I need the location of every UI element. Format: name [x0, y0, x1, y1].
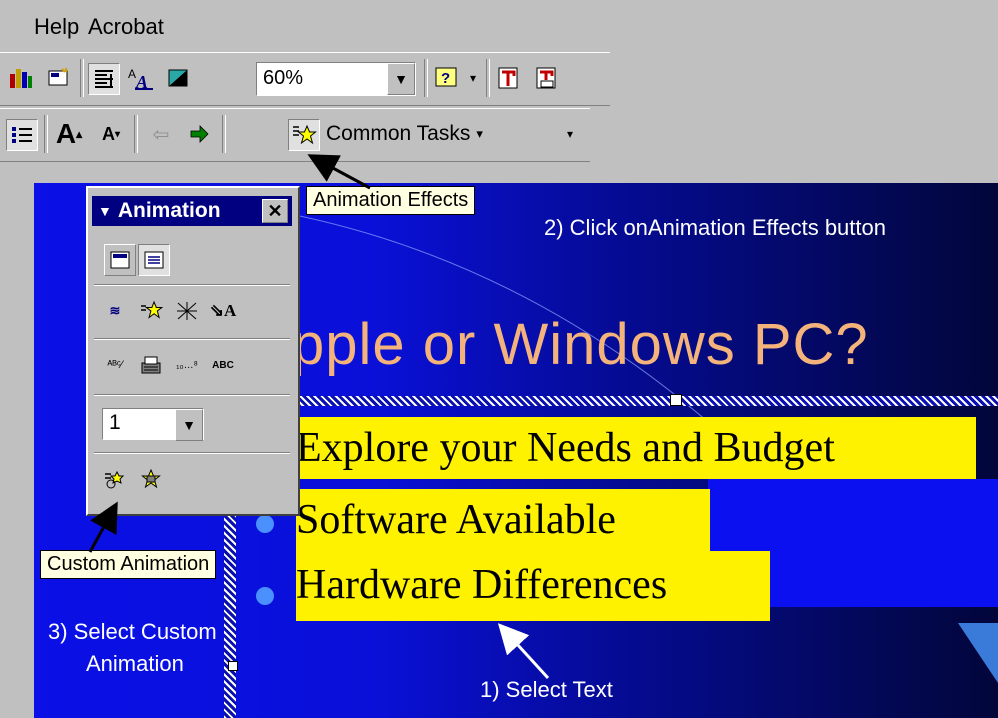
annotation-arrows [88, 154, 550, 680]
powerpoint-window: Help Acrobat AA 60% ▼ ? ▾ A ▴ A ▾ ⇦ Comm… [0, 0, 998, 718]
arrow-to-selected-text [497, 623, 550, 680]
arrow-to-custom-animation [88, 501, 118, 553]
arrow-to-animation-effects [307, 154, 371, 190]
